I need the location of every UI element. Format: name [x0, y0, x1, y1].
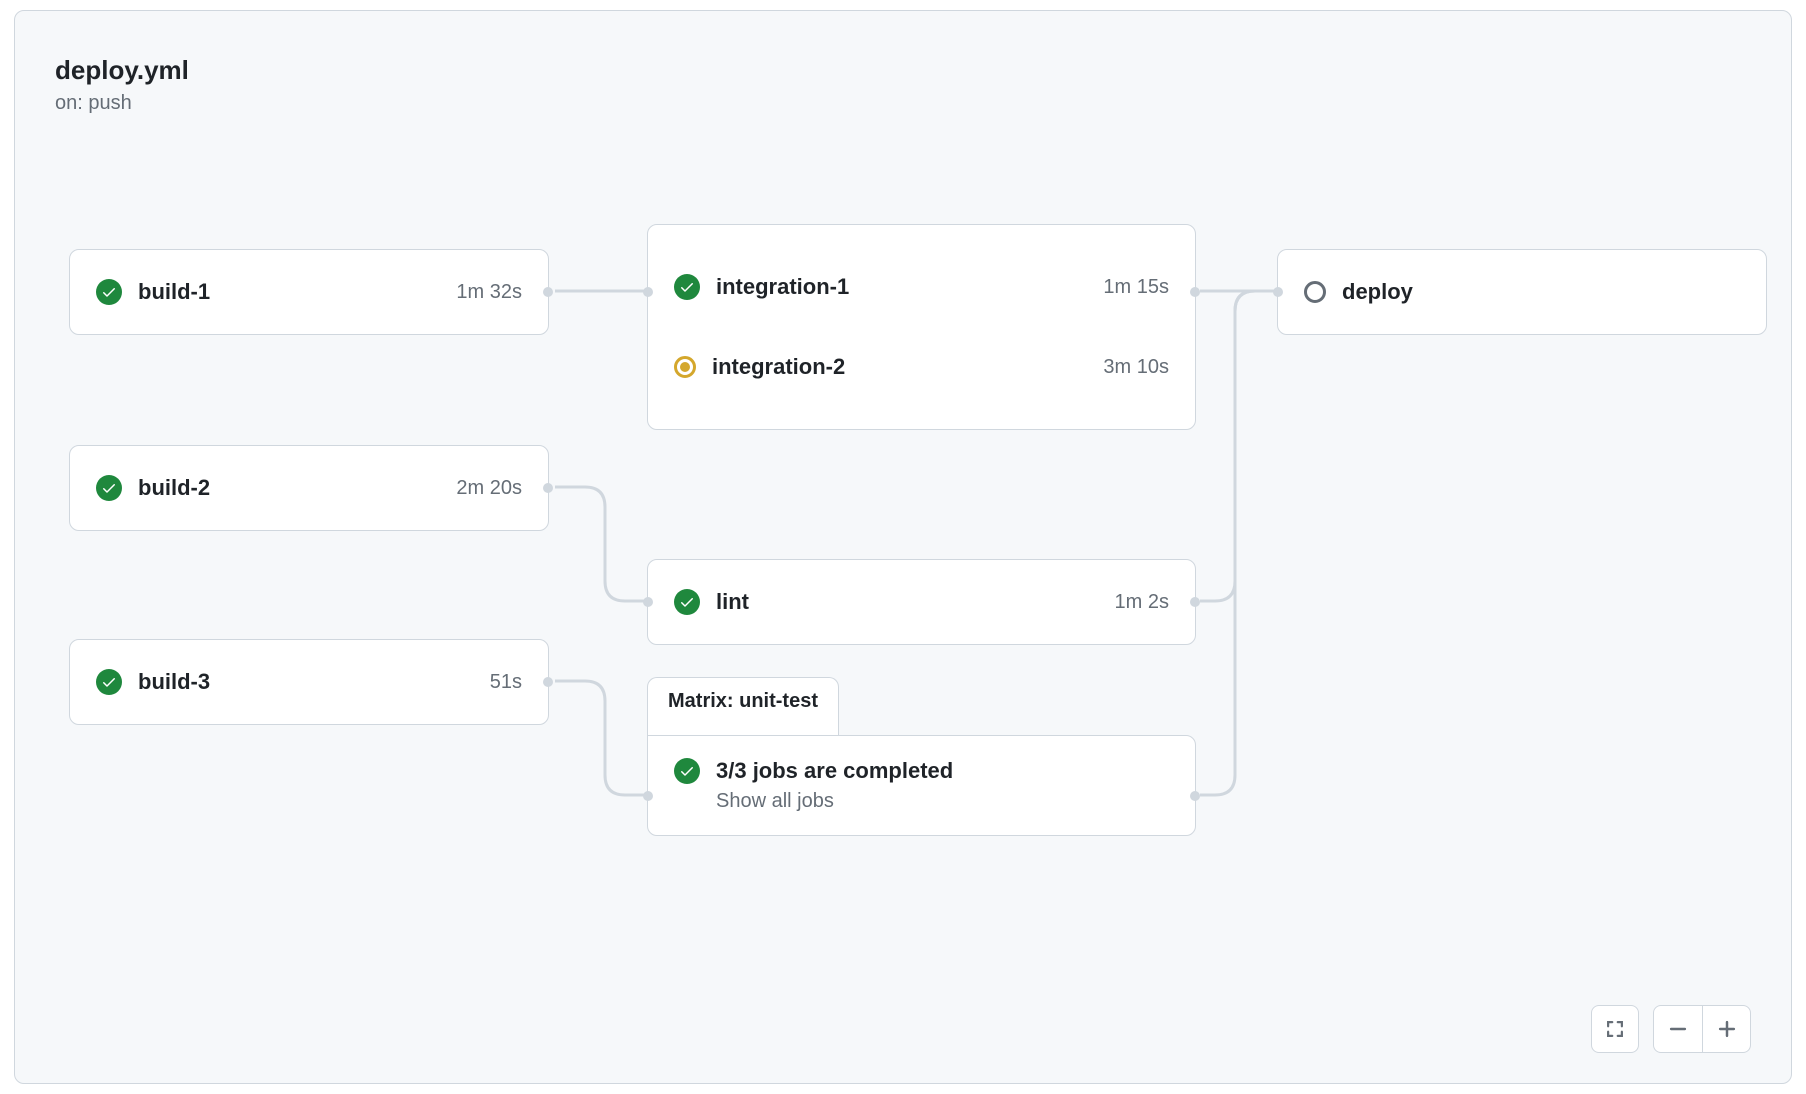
node-port-out: [1190, 791, 1200, 801]
zoom-out-button[interactable]: [1654, 1006, 1702, 1052]
job-name: lint: [716, 589, 1115, 615]
matrix-show-all-link[interactable]: Show all jobs: [716, 790, 953, 813]
zoom-group: [1653, 1005, 1751, 1053]
plus-icon: [1716, 1018, 1738, 1040]
minus-icon: [1667, 1018, 1689, 1040]
matrix-node-unit-test[interactable]: 3/3 jobs are completed Show all jobs: [647, 735, 1196, 836]
check-circle-icon: [96, 475, 122, 501]
matrix-tab-label: Matrix: unit-test: [668, 690, 818, 712]
check-circle-icon: [674, 274, 700, 300]
job-node-lint[interactable]: lint 1m 2s: [647, 559, 1196, 645]
job-group-integration[interactable]: integration-1 1m 15s integration-2 3m 10…: [647, 224, 1196, 430]
matrix-summary: 3/3 jobs are completed: [716, 758, 953, 784]
job-name: deploy: [1342, 279, 1740, 305]
job-duration: 1m 32s: [456, 281, 522, 304]
job-duration: 3m 10s: [1103, 356, 1169, 379]
job-duration: 51s: [490, 671, 522, 694]
node-port-out: [543, 483, 553, 493]
job-duration: 1m 2s: [1115, 591, 1169, 614]
node-port-in: [1273, 287, 1283, 297]
job-name: build-3: [138, 669, 490, 695]
workflow-graph-panel: deploy.yml on: push: [14, 10, 1792, 1084]
job-duration: 2m 20s: [456, 477, 522, 500]
fullscreen-icon: [1604, 1018, 1626, 1040]
job-node-build-2[interactable]: build-2 2m 20s: [69, 445, 549, 531]
pending-circle-icon: [1304, 281, 1326, 303]
job-name: integration-1: [716, 274, 1103, 300]
node-port-out: [543, 287, 553, 297]
check-circle-icon: [674, 758, 700, 784]
graph-controls: [1591, 1005, 1751, 1053]
node-port-out: [543, 677, 553, 687]
job-duration: 1m 15s: [1103, 276, 1169, 299]
check-circle-icon: [96, 279, 122, 305]
check-circle-icon: [674, 589, 700, 615]
in-progress-icon: [674, 356, 696, 378]
matrix-tab[interactable]: Matrix: unit-test: [647, 677, 839, 741]
job-node-build-1[interactable]: build-1 1m 32s: [69, 249, 549, 335]
node-port-in: [643, 597, 653, 607]
job-name: build-1: [138, 279, 456, 305]
check-circle-icon: [96, 669, 122, 695]
job-name: integration-2: [712, 354, 1103, 380]
job-node-build-3[interactable]: build-3 51s: [69, 639, 549, 725]
node-port-out: [1190, 597, 1200, 607]
job-node-deploy[interactable]: deploy: [1277, 249, 1767, 335]
node-port-in: [643, 791, 653, 801]
zoom-in-button[interactable]: [1702, 1006, 1750, 1052]
node-port-in: [643, 287, 653, 297]
fullscreen-button[interactable]: [1591, 1005, 1639, 1053]
node-port-out: [1190, 287, 1200, 297]
job-name: build-2: [138, 475, 456, 501]
graph-edges: [15, 11, 1791, 1083]
